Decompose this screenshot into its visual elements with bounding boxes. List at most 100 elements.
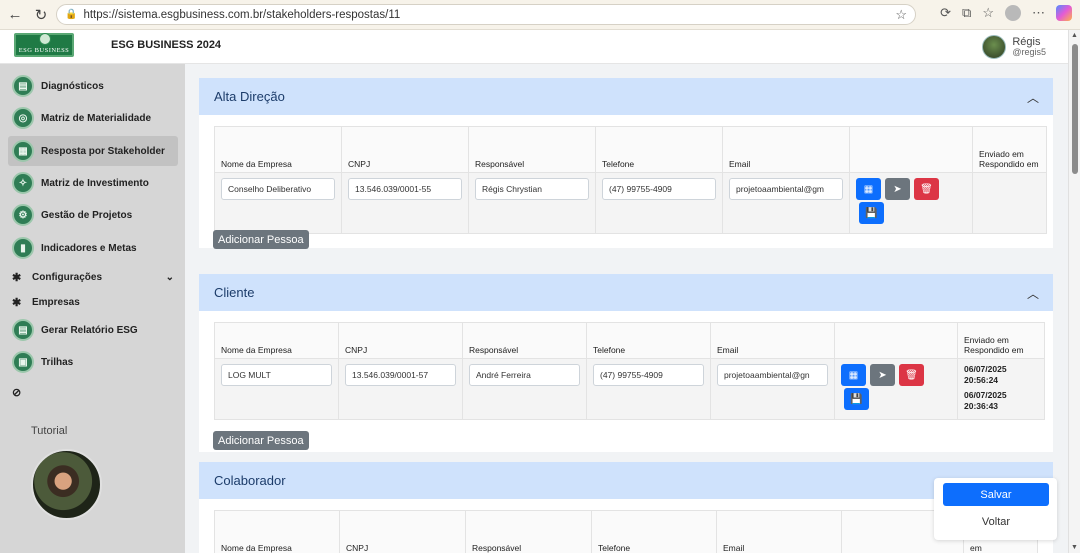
sidebar-item-matriz-investimento[interactable]: ✧ Matriz de Investimento [8,168,178,198]
sidebar-item-hidden[interactable]: ⊘ [12,386,178,399]
delete-button[interactable]: 🗑 [914,178,939,200]
sidebar-item-empresas[interactable]: ✱ Empresas [12,296,178,309]
back-arrow-icon[interactable]: ← [4,4,26,26]
sidebar-item-label: Gestão de Projetos [41,209,133,221]
globe-icon [39,33,51,45]
col-header-responsible: Responsável [462,322,587,359]
floppy-disk-icon: 💾 [850,393,863,405]
extensions-icon[interactable]: ⟳ [940,5,951,21]
sidebar-item-indicadores-metas[interactable]: ▮ Indicadores e Metas [8,233,178,263]
sidebar-item-trilhas[interactable]: ▣ Trilhas [8,347,178,377]
tutorial-video-thumbnail[interactable] [31,449,102,520]
col-header-cnpj: CNPJ [339,510,466,553]
table-header-row: Nome da Empresa CNPJ Responsável Telefon… [214,322,1045,359]
save-button[interactable]: Salvar [943,483,1049,506]
section-header-alta-direcao[interactable]: Alta Direção ︿ [199,78,1053,115]
section-title: Cliente [214,285,255,300]
col-header-phone: Telefone [586,322,711,359]
sidebar-item-diagnosticos[interactable]: ▤ Diagnósticos [8,71,178,101]
view-report-button[interactable]: ▦ [856,178,881,200]
col-header-sent: Enviado em Respondido em [957,322,1045,359]
sidebar-item-resposta-stakeholder[interactable]: ▦ Resposta por Stakeholder [8,136,178,166]
cnpj-input[interactable]: 13.546.039/0001-57 [345,364,456,386]
sidebar-item-label: Resposta por Stakeholder [41,145,165,157]
scroll-up-icon[interactable]: ▲ [1071,32,1078,39]
email-input[interactable]: projetoaambiental@gm [729,178,843,200]
responsible-input[interactable]: André Ferreira [469,364,580,386]
section-header-cliente[interactable]: Cliente ︿ [199,274,1053,311]
bookmark-star-icon[interactable]: ☆ [895,7,907,23]
col-header-phone: Telefone [595,126,723,173]
copilot-icon[interactable] [1056,5,1072,21]
eye-slash-icon: ⊘ [12,387,22,399]
sidebar-item-configuracoes[interactable]: ✱ Configurações ⌄ [12,271,178,284]
user-menu[interactable]: Régis @regis5 [982,35,1046,59]
floating-actions: Salvar Voltar [934,478,1057,540]
browser-extension-icons: ⟳ ⧉ ☆ ⋯ [940,5,1072,21]
chevron-up-icon[interactable]: ︿ [1027,89,1039,106]
scroll-down-icon[interactable]: ▼ [1071,544,1078,551]
col-header-responsible: Responsável [465,510,592,553]
trash-icon: 🗑 [920,183,933,195]
reload-icon[interactable]: ↻ [30,4,52,26]
sidebar: ▤ Diagnósticos ◎ Matriz de Materialidade… [0,64,185,553]
sidebar-item-gestao-projetos[interactable]: ⚙ Gestão de Projetos [8,200,178,230]
back-button[interactable]: Voltar [943,510,1049,533]
sidebar-item-label: Gerar Relatório ESG [41,324,138,336]
col-header-company: Nome da Empresa [214,510,340,553]
save-row-button[interactable]: 💾 [844,388,869,410]
sent-at: 06/07/2025 20:56:24 [964,364,1007,385]
view-report-button[interactable]: ▦ [841,364,866,386]
sidebar-item-label: Indicadores e Metas [41,242,137,254]
chart-icon: ▦ [863,183,874,195]
split-screen-icon[interactable]: ⧉ [962,5,971,21]
phone-input[interactable]: (47) 99755-4909 [593,364,704,386]
section-header-colaborador[interactable]: Colaborador [199,462,1053,499]
paper-plane-icon: ➤ [893,183,902,195]
col-header-phone: Telefone [591,510,717,553]
save-row-button[interactable]: 💾 [859,202,884,224]
sidebar-item-matriz-materialidade[interactable]: ◎ Matriz de Materialidade [8,103,178,133]
stakeholder-table: Nome da Empresa CNPJ Responsável Telefon… [214,126,1047,234]
page-scrollbar[interactable]: ▲ ▼ [1068,30,1080,553]
sidebar-item-label: Matriz de Materialidade [41,112,152,124]
address-bar[interactable]: 🔒 https://sistema.esgbusiness.com.br/sta… [56,4,916,25]
table-header-row: Nome da Empresa CNPJ Responsável Telefon… [214,126,1047,173]
add-person-button[interactable]: Adicionar Pessoa [213,230,309,249]
sidebar-item-label: Empresas [32,297,80,308]
chart-icon: ▮ [12,237,34,259]
col-header-email: Email [710,322,835,359]
phone-input[interactable]: (47) 99755-4909 [602,178,716,200]
more-options-icon[interactable]: ⋯ [1032,5,1045,21]
scrollbar-thumb[interactable] [1072,44,1078,174]
favorites-icon[interactable]: ☆ [982,5,994,21]
gear-icon: ✱ [12,297,22,309]
clipboard-list-icon: ▦ [12,140,34,162]
section-title: Alta Direção [214,89,285,104]
esg-business-logo[interactable]: ESG BUSINESS [14,33,74,57]
chevron-up-icon[interactable]: ︿ [1027,285,1039,302]
app-header: ESG BUSINESS ESG BUSINESS 2024 Régis @re… [0,30,1068,64]
col-header-sent: Enviado em Respondido em [972,126,1047,173]
sidebar-item-gerar-relatorio[interactable]: ▤ Gerar Relatório ESG [8,315,178,345]
stakeholder-table: Nome da Empresa CNPJ Responsável Telefon… [214,510,1038,553]
floppy-disk-icon: 💾 [865,207,878,219]
sidebar-item-label: Diagnósticos [41,80,104,92]
responsible-input[interactable]: Régis Chrystian [475,178,589,200]
send-button[interactable]: ➤ [885,178,910,200]
company-input[interactable]: Conselho Deliberativo [221,178,335,200]
company-input[interactable]: LOG MULT [221,364,332,386]
chevron-down-icon: ⌄ [165,272,174,283]
lock-icon: 🔒 [65,9,78,20]
profile-icon[interactable] [1005,5,1021,21]
add-person-button[interactable]: Adicionar Pessoa [213,431,309,450]
delete-button[interactable]: 🗑 [899,364,924,386]
send-button[interactable]: ➤ [870,364,895,386]
tutorial-label: Tutorial [31,425,68,437]
stakeholder-table: Nome da Empresa CNPJ Responsável Telefon… [214,322,1045,420]
cnpj-input[interactable]: 13.546.039/0001-55 [348,178,462,200]
email-input[interactable]: projetoaambiental@gn [717,364,828,386]
clipboard-icon: ▤ [12,75,34,97]
col-header-actions [849,126,973,173]
sidebar-item-label: Matriz de Investimento [41,177,149,189]
